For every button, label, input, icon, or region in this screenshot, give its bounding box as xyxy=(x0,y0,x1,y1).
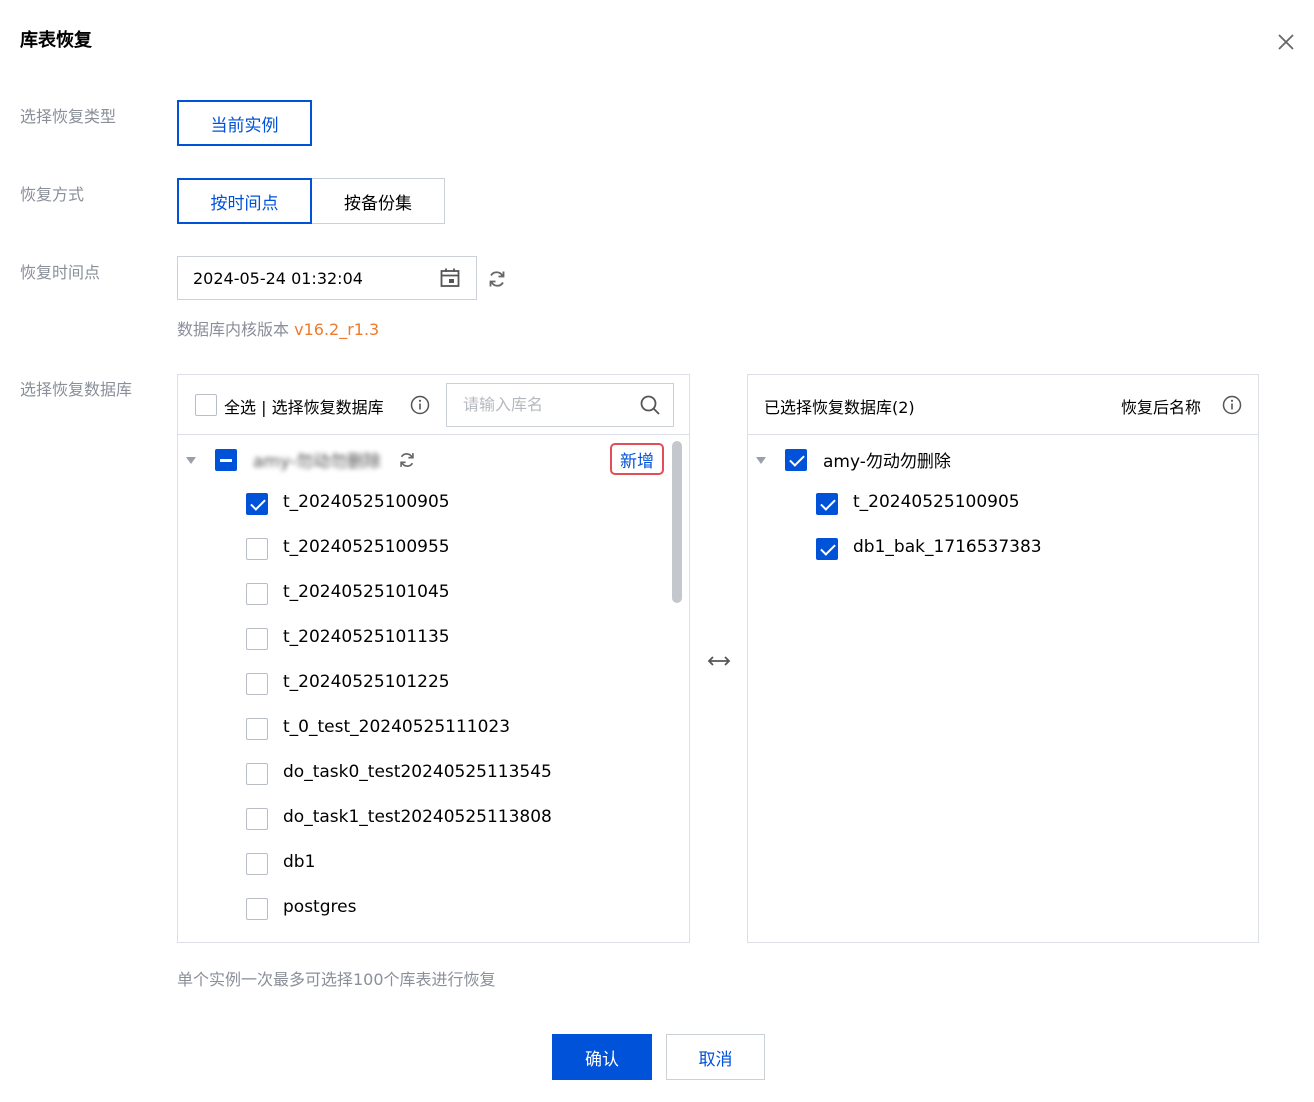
source-root-row[interactable]: amy-勿动勿删除 新增 xyxy=(178,443,678,475)
restore-type-label: 选择恢复类型 xyxy=(20,107,117,126)
list-item[interactable]: postgres xyxy=(178,893,658,923)
db-name: t_20240525100905 xyxy=(283,492,450,512)
db-checkbox[interactable] xyxy=(246,673,268,695)
db-search-box[interactable] xyxy=(446,383,674,427)
select-db-label: 选择恢复数据库 xyxy=(20,380,133,399)
list-item[interactable]: t_20240525100905 xyxy=(178,488,658,518)
db-checkbox[interactable] xyxy=(816,538,838,560)
refresh-icon[interactable] xyxy=(486,268,508,290)
source-root-name: amy-勿动勿删除 xyxy=(253,452,381,472)
add-db-button[interactable]: 新增 xyxy=(610,443,664,475)
db-name: do_task0_test20240525113545 xyxy=(283,762,552,782)
list-item[interactable]: t_20240525100905 xyxy=(748,488,1228,518)
db-checkbox[interactable] xyxy=(246,538,268,560)
db-checkbox[interactable] xyxy=(246,898,268,920)
dialog-title: 库表恢复 xyxy=(20,30,92,51)
list-item[interactable]: t_0_test_20240525111023 xyxy=(178,713,658,743)
db-checkbox[interactable] xyxy=(246,583,268,605)
restore-time-value: 2024-05-24 01:32:04 xyxy=(193,268,363,288)
info-icon[interactable] xyxy=(410,395,430,415)
list-item[interactable]: t_20240525101135 xyxy=(178,623,658,653)
db-search-input[interactable] xyxy=(463,395,633,414)
calendar-icon[interactable] xyxy=(439,267,461,289)
db-name: t_20240525100955 xyxy=(283,537,450,557)
db-checkbox[interactable] xyxy=(246,853,268,875)
transfer-arrow-icon xyxy=(707,656,731,666)
db-name: t_20240525101135 xyxy=(283,627,450,647)
select-all-label: 全选 | 选择恢复数据库 xyxy=(224,398,384,417)
info-icon[interactable] xyxy=(1222,395,1242,415)
refresh-icon[interactable] xyxy=(397,450,417,470)
list-item[interactable]: t_20240525100955 xyxy=(178,533,658,563)
restore-by-backup-button[interactable]: 按备份集 xyxy=(311,178,445,224)
db-name: postgres xyxy=(283,897,357,917)
list-item[interactable]: t_20240525101045 xyxy=(178,578,658,608)
expand-caret-icon[interactable] xyxy=(186,457,196,464)
db-name: t_20240525101225 xyxy=(283,672,450,692)
confirm-button[interactable]: 确认 xyxy=(552,1034,652,1080)
selected-db-panel: 已选择恢复数据库(2) 恢复后名称 amy-勿动勿删除 t_2024052510… xyxy=(747,374,1259,943)
selected-root-checkbox[interactable] xyxy=(785,449,807,471)
db-name: t_0_test_20240525111023 xyxy=(283,717,511,737)
db-name: t_20240525100905 xyxy=(853,492,1020,512)
selected-root-name: amy-勿动勿删除 xyxy=(823,452,951,472)
search-icon[interactable] xyxy=(639,394,661,416)
expand-caret-icon[interactable] xyxy=(756,457,766,464)
restore-time-input[interactable]: 2024-05-24 01:32:04 xyxy=(177,256,477,300)
db-name: db1_bak_1716537383 xyxy=(853,537,1042,557)
cancel-button[interactable]: 取消 xyxy=(666,1034,765,1080)
db-checkbox[interactable] xyxy=(246,493,268,515)
list-item[interactable]: db1 xyxy=(178,848,658,878)
restore-time-label: 恢复时间点 xyxy=(20,263,101,282)
selected-root-row[interactable]: amy-勿动勿删除 xyxy=(748,443,1248,473)
restore-type-current-instance-button[interactable]: 当前实例 xyxy=(177,100,312,146)
restore-method-label: 恢复方式 xyxy=(20,185,85,204)
db-checkbox[interactable] xyxy=(246,628,268,650)
list-item[interactable]: t_20240525101225 xyxy=(178,668,658,698)
selected-panel-header: 已选择恢复数据库(2) 恢复后名称 xyxy=(748,375,1258,435)
rename-label: 恢复后名称 xyxy=(1121,398,1202,417)
list-item[interactable]: do_task1_test20240525113808 xyxy=(178,803,658,833)
db-name: db1 xyxy=(283,852,316,872)
db-name: do_task1_test20240525113808 xyxy=(283,807,552,827)
list-item[interactable]: do_task0_test20240525113545 xyxy=(178,758,658,788)
restore-by-time-button[interactable]: 按时间点 xyxy=(177,178,312,224)
list-item[interactable]: db1_bak_1716537383 xyxy=(748,533,1228,563)
close-icon[interactable] xyxy=(1272,28,1300,56)
source-db-panel: 全选 | 选择恢复数据库 amy-勿动勿删除 新增 t_2024052 xyxy=(177,374,690,943)
db-checkbox[interactable] xyxy=(816,493,838,515)
db-checkbox[interactable] xyxy=(246,763,268,785)
db-name: t_20240525101045 xyxy=(283,582,450,602)
selected-panel-title: 已选择恢复数据库(2) xyxy=(764,398,915,417)
db-checkbox[interactable] xyxy=(246,808,268,830)
kernel-version-value: v16.2_r1.3 xyxy=(294,320,380,339)
source-root-checkbox[interactable] xyxy=(215,449,237,471)
scrollbar-thumb[interactable] xyxy=(672,441,682,603)
db-checkbox[interactable] xyxy=(246,718,268,740)
source-panel-header: 全选 | 选择恢复数据库 xyxy=(178,375,689,435)
kernel-version-line: 数据库内核版本 v16.2_r1.3 xyxy=(177,316,379,340)
select-all-checkbox[interactable] xyxy=(195,394,217,416)
selection-limit-hint: 单个实例一次最多可选择100个库表进行恢复 xyxy=(177,970,496,989)
kernel-version-prefix: 数据库内核版本 xyxy=(177,320,290,339)
